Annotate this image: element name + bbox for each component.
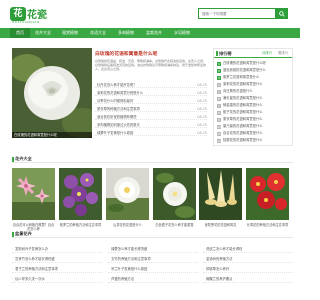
list-item[interactable]: 牡丹花怎么养才能开花呢？ 08-25 — [95, 82, 207, 88]
ranking-item[interactable]: 7 郁金香的花语和寓意是什么 — [217, 102, 291, 109]
section-marker — [12, 156, 14, 162]
main-nav: 首页 花卉大全 观赏植物 花语大全 多肉植物 盆栽花卉 水培植物 — [0, 28, 300, 38]
list-item[interactable]: 薰衣草的种植方法和注意事项 08-25 — [95, 106, 207, 112]
logo-text: 花瓷 — [27, 10, 47, 21]
featured-title[interactable]: 白玫瑰的花语和寓意是什么呢 — [95, 50, 157, 57]
list-item[interactable]: 虎皮兰怎么养才能长得旺 — [203, 245, 293, 253]
nav-item-home[interactable]: 首页 — [10, 28, 30, 38]
tab-weekly[interactable]: 周排行 — [278, 49, 288, 58]
list-item[interactable]: 绿萝怎么养才能长得茂盛 — [108, 245, 198, 253]
search-button[interactable] — [276, 8, 288, 19]
nav-item-hydroponic[interactable]: 水培植物 — [170, 28, 194, 38]
section-header-plants: 盆景花卉 — [12, 230, 293, 238]
logo-mark: 花 — [10, 6, 26, 21]
ranking-panel: 排行榜 月排行 周排行 1 白玫瑰的花语和寓意是什么呢 2 蓝色妖姬的花语和寓意是什… — [213, 48, 293, 146]
list-item[interactable]: 君子兰的养殖方法和注意事项 — [12, 265, 102, 273]
ranking-item[interactable]: 3 紫罗兰花语和寓意是什么 — [217, 74, 291, 81]
ranking-item[interactable]: 9 薰衣草的花语和寓意是什么 — [217, 116, 291, 123]
ranking-item[interactable]: 5 向日葵的花语是什么 — [217, 88, 291, 95]
ranking-item[interactable]: 1 白玫瑰的花语和寓意是什么呢 — [217, 60, 291, 67]
list-item[interactable]: 铜钱草怎么养好 — [203, 265, 293, 273]
ranking-item[interactable]: 12 桔梗花的花语和寓意是什么 — [217, 137, 291, 144]
featured-image-white-rose[interactable] — [12, 48, 92, 138]
list-item[interactable]: 适合放在卧室的植物有哪些 08-25 — [95, 114, 207, 120]
flower-image-gardenia — [153, 168, 196, 220]
list-item[interactable]: 仙人掌多久浇一次水 — [12, 275, 102, 283]
nav-item-ornamental[interactable]: 观赏植物 — [58, 28, 82, 38]
ranking-item[interactable]: 4 茉莉花的花语和寓意是什么 — [217, 81, 291, 88]
nav-item-flowers[interactable]: 花卉大全 — [32, 28, 54, 38]
section-header-flowers: 花卉大全 — [12, 155, 293, 163]
list-item[interactable]: 月季花什么时候修剪最好 08-25 — [95, 98, 207, 104]
flower-image-camellia — [106, 168, 149, 220]
header: 花 花瓷 HUAYUANQIAO — [0, 0, 300, 28]
nav-item-potted[interactable]: 盆栽花卉 — [142, 28, 166, 38]
list-item[interactable]: 绿萝叶子发黄是什么原因 08-25 — [95, 130, 207, 136]
list-item[interactable]: 富贵竹怎么养才能长得旺盛 — [12, 255, 102, 263]
search-input[interactable] — [198, 8, 276, 19]
ranking-item[interactable]: 11 百合花的花语和寓意是什么 — [217, 130, 291, 137]
list-item[interactable]: 多肉植物如何度过炎热的夏天 08-25 — [95, 122, 207, 128]
featured-caption[interactable]: 白玫瑰的花语和寓意是什么呢 — [12, 132, 92, 138]
ranking-title: 排行榜 — [219, 51, 232, 56]
list-item[interactable]: 芦荟的养殖方法 — [108, 275, 198, 283]
ranking-item[interactable]: 2 蓝色妖姬的花语和寓意是什么 — [217, 67, 291, 74]
list-item[interactable]: 蝴蝶兰的养护要点 — [203, 275, 293, 283]
flower-image-datura — [199, 168, 242, 220]
section-marker — [12, 231, 14, 237]
search-icon — [279, 10, 285, 17]
list-item[interactable]: 吊兰叶子发黄是什么原因 — [108, 265, 198, 273]
section-marker — [216, 51, 218, 56]
section-title-plants: 盆景花卉 — [15, 231, 32, 236]
ranking-item[interactable]: 10 康乃馨的花语和寓意是什么 — [217, 123, 291, 130]
nav-item-succulents[interactable]: 多肉植物 — [114, 28, 138, 38]
flower-image-kalanchoe — [246, 168, 289, 220]
nav-item-flower-language[interactable]: 花语大全 — [86, 28, 110, 38]
ranking-item[interactable]: 8 栀子花的花语和寓意是什么 — [217, 109, 291, 116]
section-title-flowers: 花卉大全 — [15, 156, 32, 161]
ranking-item[interactable]: 6 满天星的花语和寓意是什么 — [217, 95, 291, 102]
list-item[interactable]: 金钱树的养殖方法 — [203, 255, 293, 263]
logo-tagline: HUAYUANQIAO — [12, 20, 40, 24]
flower-image-violet — [59, 168, 102, 220]
flower-image-lily — [12, 168, 55, 220]
tab-monthly[interactable]: 月排行 — [262, 49, 272, 58]
list-item[interactable]: 文竹的养殖方法和注意事项 — [108, 255, 198, 263]
list-item[interactable]: 发财树叶子发黄怎么办 — [12, 245, 102, 253]
list-item[interactable]: 茉莉花的花语和寓意分别是什么 08-25 — [95, 90, 207, 96]
featured-summary: 白玫瑰的花语是：纯洁、天真、尊敬和谦卑。白玫瑰代表纯洁的爱情，在恋人之间，白玫瑰… — [95, 59, 207, 72]
ranking-header: 排行榜 月排行 周排行 — [214, 49, 292, 58]
